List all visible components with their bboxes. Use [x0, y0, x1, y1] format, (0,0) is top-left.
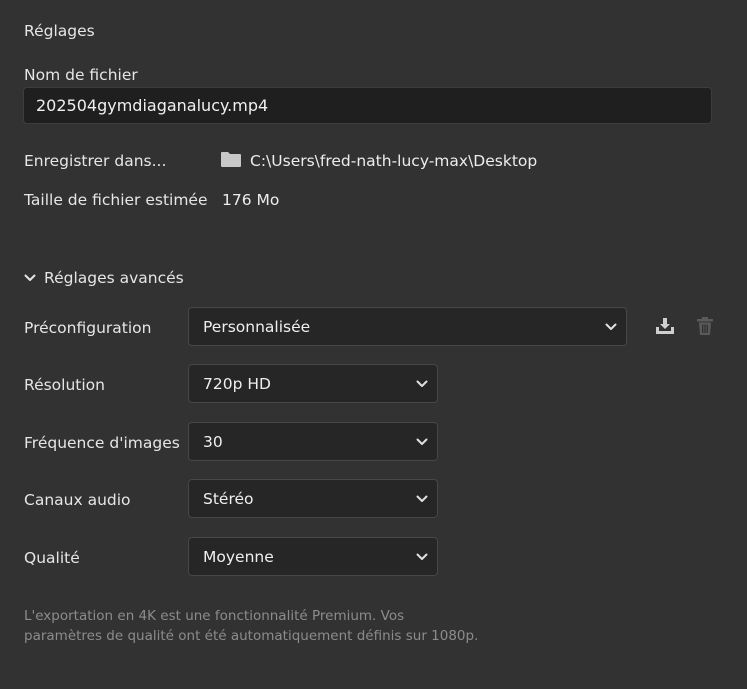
- framerate-value: 30: [203, 432, 223, 451]
- chevron-down-icon: [415, 494, 429, 504]
- chevron-down-icon: [415, 552, 429, 562]
- filename-label: Nom de fichier: [24, 66, 138, 84]
- resolution-value: 720p HD: [203, 374, 271, 393]
- resolution-select[interactable]: 720p HD: [188, 364, 438, 403]
- quality-value: Moyenne: [203, 547, 274, 566]
- panel-title: Réglages: [24, 22, 95, 40]
- premium-note-line-1: L'exportation en 4K est une fonctionnali…: [24, 608, 405, 624]
- audio-label: Canaux audio: [24, 491, 131, 509]
- delete-preset-button[interactable]: [692, 313, 718, 339]
- preset-label: Préconfiguration: [24, 319, 152, 337]
- audio-select[interactable]: Stéréo: [188, 479, 438, 518]
- framerate-label: Fréquence d'images: [24, 434, 180, 452]
- chevron-down-icon: [415, 379, 429, 389]
- preset-select[interactable]: Personnalisée: [188, 307, 627, 346]
- chevron-down-icon: [22, 272, 38, 284]
- quality-label: Qualité: [24, 549, 80, 567]
- filename-field[interactable]: 202504gymdiaganalucy.mp4: [23, 87, 712, 124]
- framerate-select[interactable]: 30: [188, 422, 438, 461]
- quality-select[interactable]: Moyenne: [188, 537, 438, 576]
- trash-icon: [694, 315, 716, 337]
- folder-icon[interactable]: [220, 150, 242, 168]
- resolution-label: Résolution: [24, 376, 105, 394]
- advanced-settings-toggle[interactable]: Réglages avancés: [22, 268, 184, 288]
- premium-note: L'exportation en 4K est une fonctionnali…: [24, 607, 724, 646]
- save-location-label: Enregistrer dans...: [24, 152, 167, 170]
- save-location-path[interactable]: C:\Users\fred-nath-lucy-max\Desktop: [250, 151, 537, 171]
- preset-value: Personnalisée: [203, 317, 311, 336]
- file-size-value: 176 Mo: [222, 191, 280, 209]
- download-icon: [654, 315, 676, 337]
- advanced-settings-label: Réglages avancés: [44, 269, 184, 287]
- audio-value: Stéréo: [203, 489, 254, 508]
- filename-value: 202504gymdiaganalucy.mp4: [36, 96, 269, 115]
- save-preset-button[interactable]: [652, 313, 678, 339]
- premium-note-line-2: paramètres de qualité ont été automatiqu…: [24, 627, 479, 644]
- chevron-down-icon: [604, 322, 618, 332]
- file-size-label: Taille de fichier estimée: [24, 191, 208, 209]
- chevron-down-icon: [415, 437, 429, 447]
